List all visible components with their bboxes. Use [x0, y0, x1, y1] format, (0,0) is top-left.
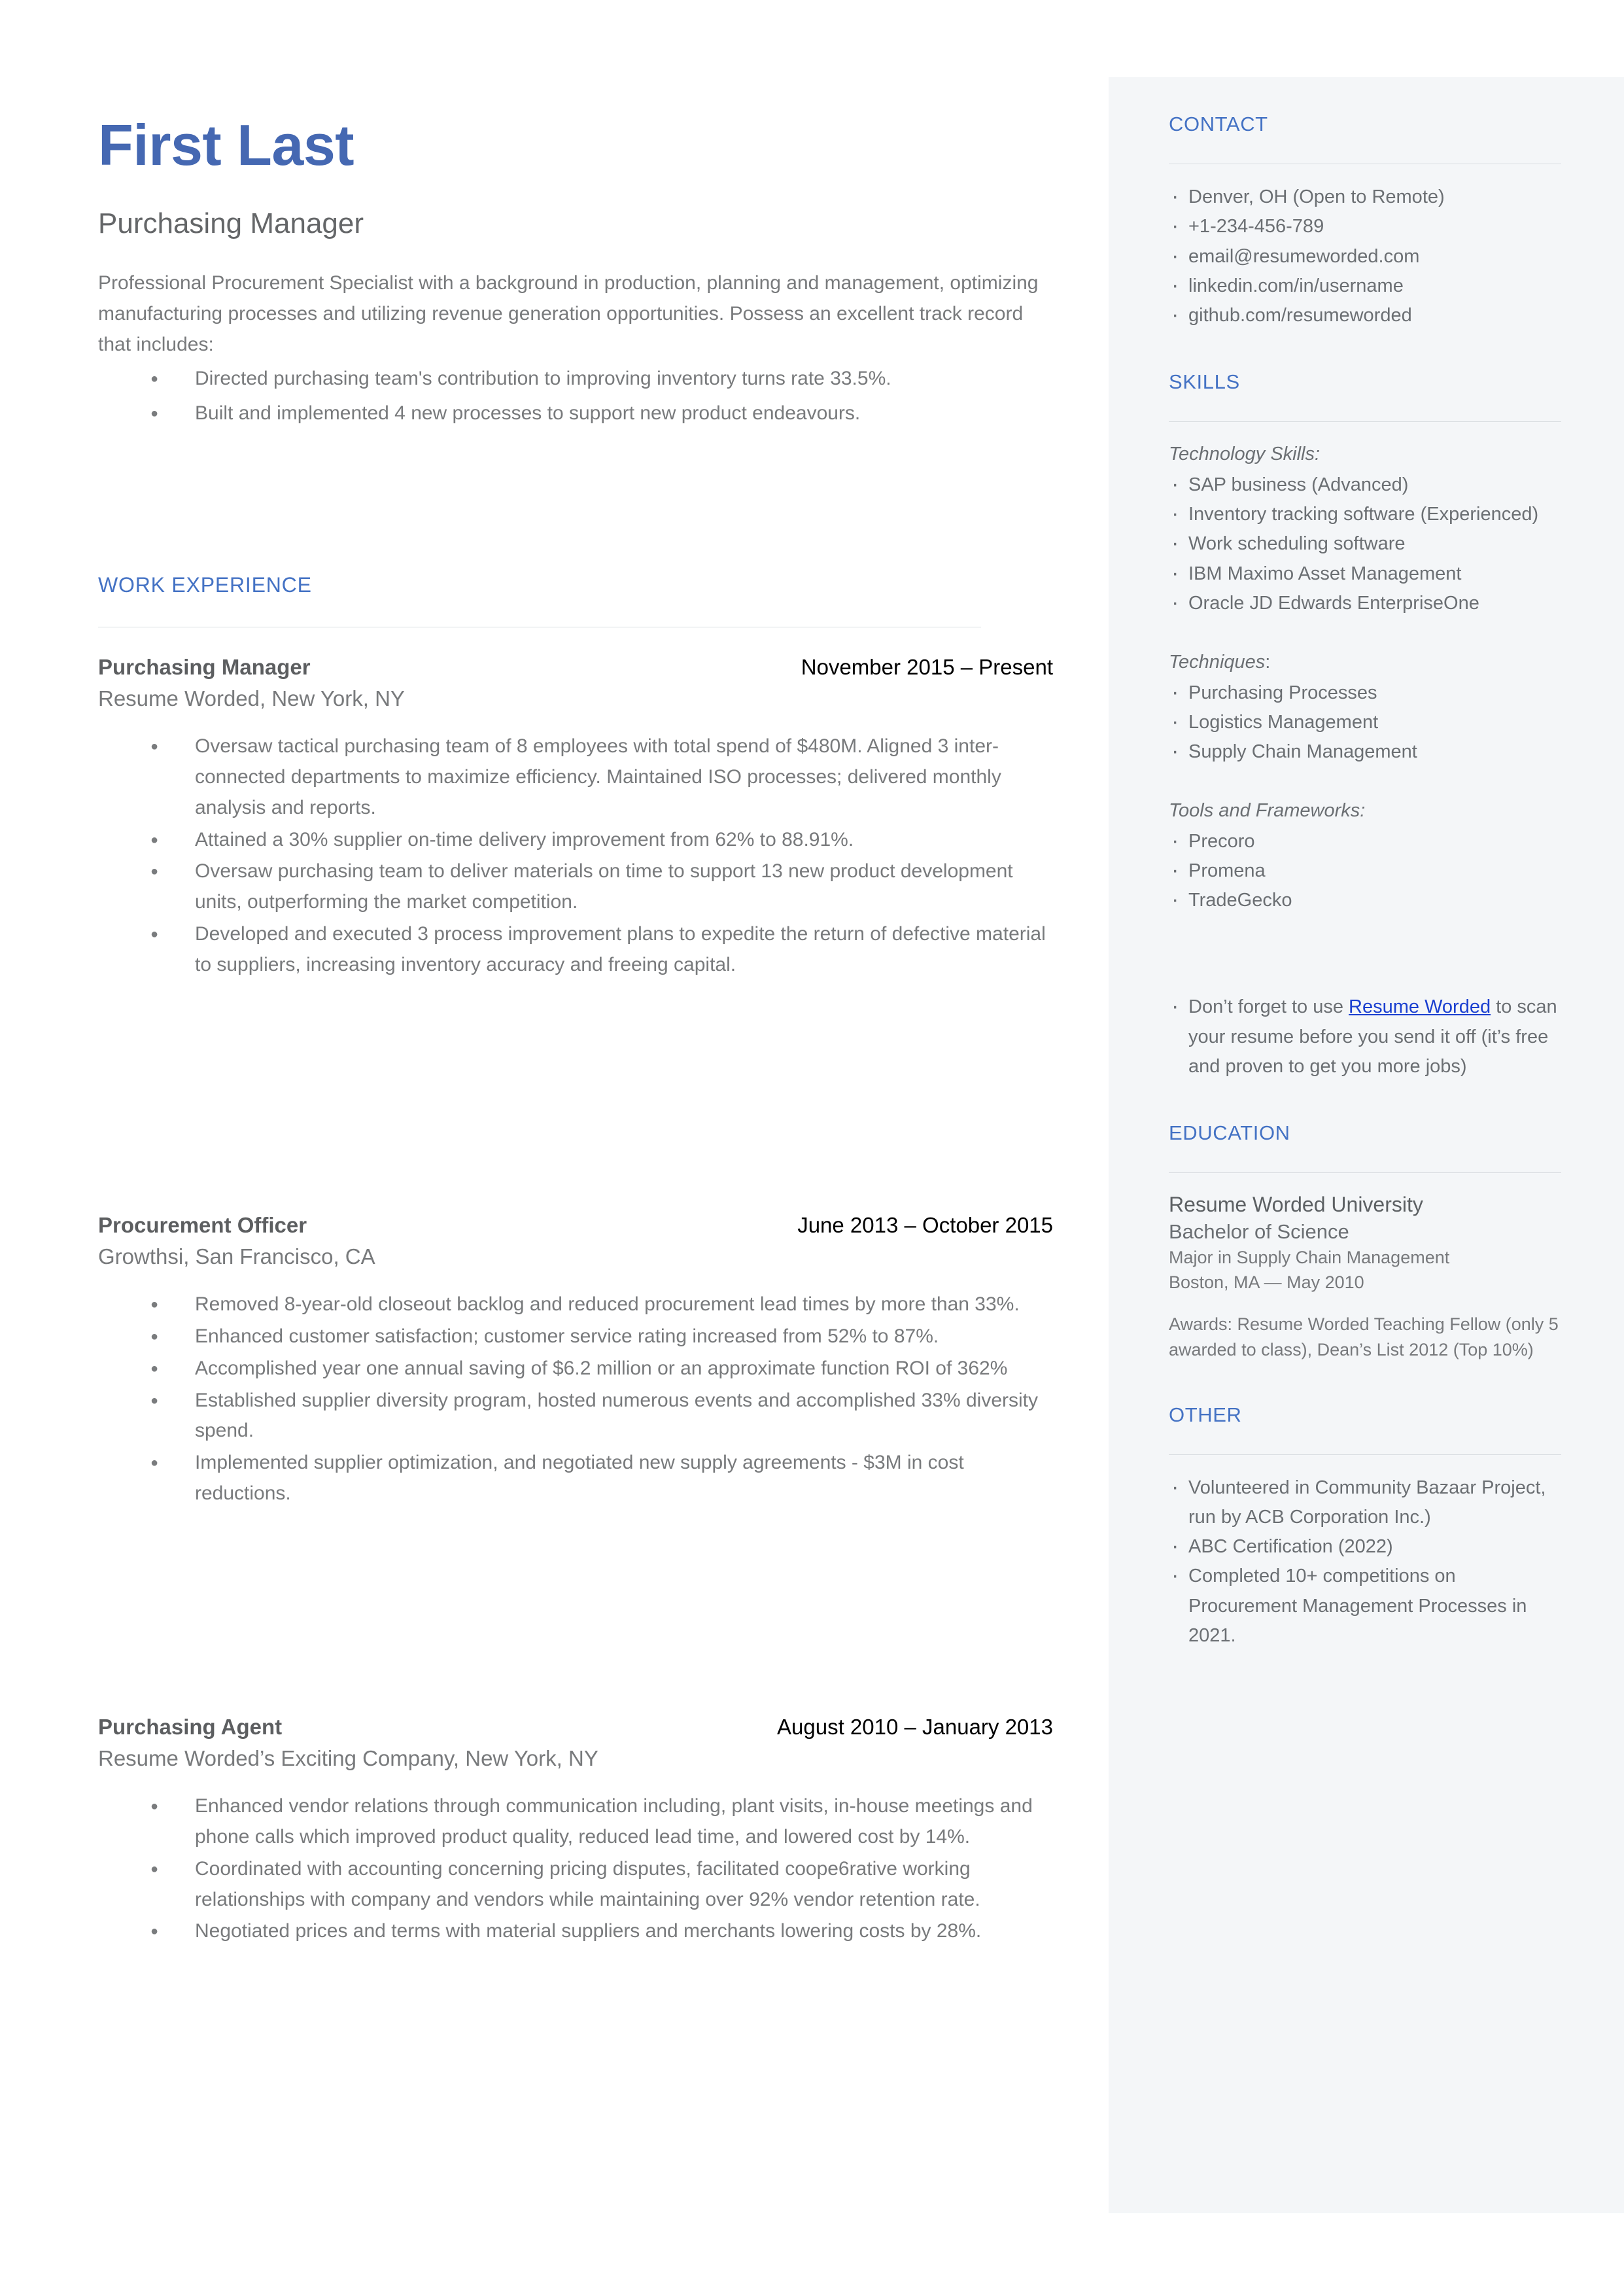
summary-bullet-list: Directed purchasing team's contribution …: [98, 364, 1050, 429]
job-dates: August 2010 – January 2013: [777, 1715, 1053, 1739]
contact-location: Denver, OH (Open to Remote): [1169, 181, 1561, 213]
job-bullet: Implemented supplier optimization, and n…: [98, 1448, 1053, 1509]
job-bullet: Removed 8-year-old closeout backlog and …: [98, 1289, 1053, 1320]
skill-item: Logistics Management: [1169, 706, 1561, 739]
skills-group-label-tools: Tools and Frameworks:: [1169, 800, 1366, 822]
contact-github[interactable]: github.com/resumeworded: [1169, 299, 1561, 332]
job-bullet: Attained a 30% supplier on-time delivery…: [98, 825, 1053, 856]
job-dates: November 2015 – Present: [801, 655, 1053, 679]
job-bullet: Established supplier diversity program, …: [98, 1386, 1053, 1447]
job-bullet: Developed and executed 3 process improve…: [98, 919, 1053, 981]
job-company: Resume Worded, New York, NY: [98, 686, 405, 710]
summary-bullet: Built and implemented 4 new processes to…: [98, 398, 1050, 429]
job-bullet-list: Oversaw tactical purchasing team of 8 em…: [98, 731, 1053, 980]
job-bullet-list: Enhanced vendor relations through commun…: [98, 1791, 1053, 1947]
contact-list: Denver, OH (Open to Remote) +1-234-456-7…: [1169, 181, 1561, 332]
job-entry: Procurement Officer June 2013 – October …: [98, 1212, 1053, 1509]
job-bullet: Coordinated with accounting concerning p…: [98, 1854, 1053, 1916]
summary-block: Professional Procurement Specialist with…: [98, 268, 1050, 429]
section-divider-other: [1169, 1454, 1561, 1455]
skill-item: SAP business (Advanced): [1169, 468, 1561, 501]
section-heading-contact: CONTACT: [1169, 113, 1268, 135]
job-title: Procurement Officer: [98, 1213, 307, 1237]
skills-group-label-colon: :: [1265, 652, 1271, 673]
skills-group-label-text: Techniques: [1169, 652, 1266, 673]
job-company: Resume Worded’s Exciting Company, New Yo…: [98, 1745, 598, 1770]
section-heading-other: OTHER: [1169, 1403, 1242, 1426]
job-bullet: Enhanced customer satisfaction; customer…: [98, 1322, 1053, 1352]
job-title: Purchasing Agent: [98, 1715, 283, 1739]
job-bullet-list: Removed 8-year-old closeout backlog and …: [98, 1289, 1053, 1509]
resume-page: First Last Purchasing Manager Profession…: [0, 0, 1624, 2295]
summary-intro: Professional Procurement Specialist with…: [98, 272, 1039, 355]
other-item: ABC Certification (2022): [1169, 1530, 1561, 1563]
contact-email[interactable]: email@resumeworded.com: [1169, 240, 1561, 273]
skill-item: Promena: [1169, 854, 1561, 887]
education-awards: Awards: Resume Worded Teaching Fellow (o…: [1169, 1314, 1559, 1360]
skill-item: Inventory tracking software (Experienced…: [1169, 498, 1561, 531]
candidate-name: First Last: [98, 113, 354, 177]
contact-linkedin[interactable]: linkedin.com/in/username: [1169, 270, 1561, 302]
education-degree: Bachelor of Science: [1169, 1219, 1349, 1243]
job-title: Purchasing Manager: [98, 655, 311, 679]
summary-bullet: Directed purchasing team's contribution …: [98, 364, 1050, 394]
education-major: Major in Supply Chain Management: [1169, 1247, 1450, 1267]
section-heading-work-experience: WORK EXPERIENCE: [98, 573, 312, 597]
job-header-row: Procurement Officer June 2013 – October …: [98, 1212, 1053, 1238]
skill-item: Precoro: [1169, 825, 1561, 858]
job-company: Growthsi, San Francisco, CA: [98, 1244, 375, 1269]
skill-item: Oracle JD Edwards EnterpriseOne: [1169, 587, 1561, 620]
job-bullet: Enhanced vendor relations through commun…: [98, 1791, 1053, 1853]
skills-group-label-techniques: Techniques:: [1169, 648, 1561, 677]
job-bullet: Oversaw tactical purchasing team of 8 em…: [98, 731, 1053, 823]
skills-group-label-technology: Technology Skills:: [1169, 444, 1321, 465]
section-heading-education: EDUCATION: [1169, 1121, 1290, 1145]
job-bullet: Accomplished year one annual saving of $…: [98, 1354, 1053, 1384]
candidate-headline: Purchasing Manager: [98, 207, 364, 239]
job-bullet: Negotiated prices and terms with materia…: [98, 1916, 1053, 1947]
education-location-date: Boston, MA — May 2010: [1169, 1272, 1364, 1292]
note-text-before: Don’t forget to use: [1188, 996, 1349, 1018]
job-header-row: Purchasing Manager November 2015 – Prese…: [98, 654, 1053, 680]
contact-phone: +1-234-456-789: [1169, 210, 1561, 243]
other-item: Volunteered in Community Bazaar Project,…: [1169, 1471, 1561, 1532]
section-heading-skills: SKILLS: [1169, 370, 1240, 394]
skill-item: Purchasing Processes: [1169, 676, 1561, 709]
other-list: Volunteered in Community Bazaar Project,…: [1169, 1471, 1561, 1651]
skills-list-tools: Precoro Promena TradeGecko: [1169, 825, 1561, 917]
section-divider-education: [1169, 1172, 1561, 1174]
sidebar: CONTACT Denver, OH (Open to Remote) +1-2…: [1109, 77, 1624, 2213]
resume-worded-link[interactable]: Resume Worded: [1349, 996, 1491, 1017]
skill-item: IBM Maximo Asset Management: [1169, 557, 1561, 590]
job-header-row: Purchasing Agent August 2010 – January 2…: [98, 1714, 1053, 1740]
education-school: Resume Worded University: [1169, 1193, 1423, 1217]
skills-list-technology: SAP business (Advanced) Inventory tracki…: [1169, 468, 1561, 620]
job-entry: Purchasing Agent August 2010 – January 2…: [98, 1714, 1053, 1947]
job-bullet: Oversaw purchasing team to deliver mater…: [98, 856, 1053, 918]
skill-item: TradeGecko: [1169, 884, 1561, 917]
job-entry: Purchasing Manager November 2015 – Prese…: [98, 654, 1053, 981]
section-divider-skills: [1169, 421, 1561, 423]
skills-list-techniques: Purchasing Processes Logistics Managemen…: [1169, 676, 1561, 768]
resume-worded-note: Don’t forget to use Resume Worded to sca…: [1169, 990, 1561, 1081]
skill-item: Supply Chain Management: [1169, 735, 1561, 768]
skill-item: Work scheduling software: [1169, 527, 1561, 560]
job-dates: June 2013 – October 2015: [797, 1213, 1053, 1237]
other-item: Completed 10+ competitions on Procuremen…: [1169, 1560, 1561, 1651]
